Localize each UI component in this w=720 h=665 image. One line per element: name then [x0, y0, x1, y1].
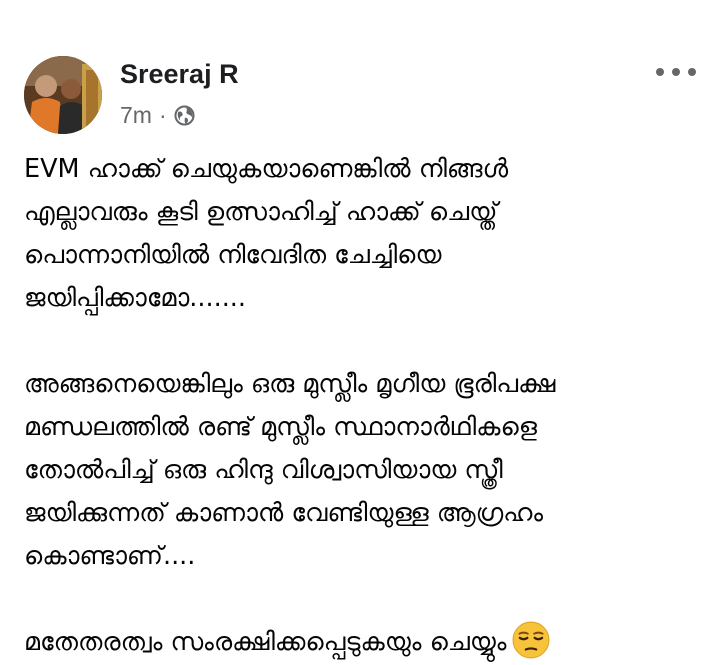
post-line: തോൽപിച്ച് ഒരു ഹിന്ദു വിശ്വാസിയായ സ്ത്രീ [24, 455, 503, 485]
author-name[interactable]: Sreeraj R [120, 56, 239, 92]
avatar-photo [24, 56, 102, 134]
post-header: Sreeraj R 7m · [24, 56, 704, 136]
post-line: ജയിക്കുന്നത് കാണാൻ വേണ്ടിയുള്ള ആഗ്രഹം [24, 498, 544, 528]
more-dot [656, 68, 664, 76]
post-line: പൊന്നാനിയിൽ നിവേദിത ചേച്ചിയെ [24, 240, 442, 270]
post-meta: 7m · [120, 100, 195, 130]
avatar[interactable] [24, 56, 102, 134]
meta-separator: · [158, 102, 167, 128]
post-time[interactable]: 7m [120, 100, 152, 130]
post-last-line: മതേതരത്വം സംരക്ഷിക്കപ്പെടുകയും ചെയ്യും [24, 621, 704, 664]
post-line: കൊണ്ടാണ്.... [24, 541, 196, 571]
post-line: EVM ഹാക്ക് ചെയുകയാണെങ്കിൽ നിങ്ങൾ [24, 154, 509, 184]
more-options-button[interactable] [656, 60, 696, 84]
unamused-face-icon [513, 621, 550, 659]
post-line: അങ്ങനെയെങ്കിലും ഒരു മുസ്ലീം മൃഗീയ ഭൂരിപക… [24, 369, 556, 399]
post-line: മതേതരത്വം സംരക്ഷിക്കപ്പെടുകയും ചെയ്യും [24, 627, 507, 657]
post-line: എല്ലാവരും കൂടി ഉത്സാഹിച്ച് ഹാക്ക് ചെയ്ത് [24, 197, 498, 227]
more-dot [688, 68, 696, 76]
post-text: EVM ഹാക്ക് ചെയുകയാണെങ്കിൽ നിങ്ങൾ എല്ലാവര… [24, 148, 704, 664]
more-dot [672, 68, 680, 76]
globe-icon[interactable] [174, 104, 195, 126]
post-line: ജയിപ്പിക്കാമോ....... [24, 283, 247, 313]
post-line: മണ്ഡലത്തിൽ രണ്ട് മുസ്ലീം സ്ഥാനാർഥികളെ [24, 412, 537, 442]
